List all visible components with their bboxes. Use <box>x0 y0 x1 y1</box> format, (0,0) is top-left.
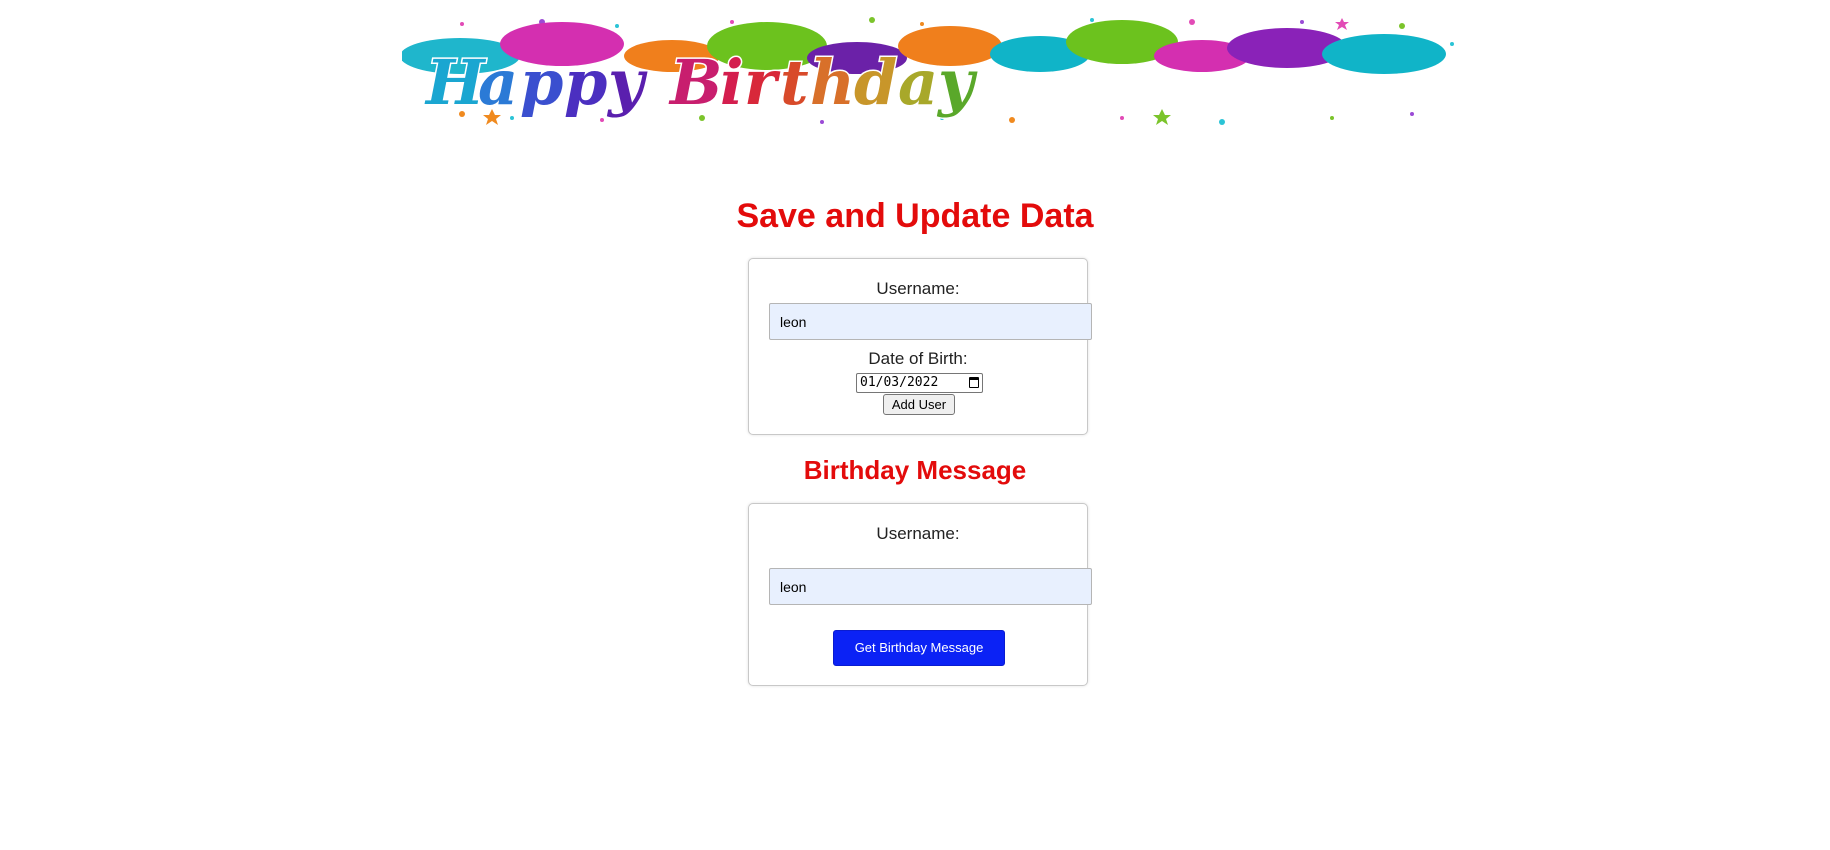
birthday-message-title: Birthday Message <box>803 455 1027 485</box>
calendar-icon[interactable] <box>969 377 979 388</box>
username-label: Username: <box>876 279 960 298</box>
username-label: Username: <box>876 524 960 543</box>
page: H a p p y B i r t h d a y Save and Updat… <box>0 0 1830 850</box>
dob-label: Date of Birth: <box>868 349 968 368</box>
get-birthday-message-button[interactable]: Get Birthday Message <box>833 630 1005 666</box>
svg-text:y: y <box>606 46 648 119</box>
add-user-button[interactable]: Add User <box>883 394 955 415</box>
svg-text:p: p <box>520 46 563 119</box>
save-user-form: Username: Date of Birth: 01/03/2022 Add … <box>748 258 1092 435</box>
birthday-message-form: Username: Get Birthday Message <box>748 503 1092 686</box>
username-input[interactable] <box>769 303 1092 340</box>
save-update-title: Save and Update Data <box>736 197 1094 235</box>
svg-text:a: a <box>898 46 938 119</box>
svg-text:p: p <box>564 46 607 119</box>
svg-text:a: a <box>478 46 518 119</box>
svg-text:i: i <box>720 46 744 119</box>
banner-lettering: H a p p y B i r t h d a y <box>423 45 980 121</box>
svg-text:y: y <box>936 46 978 119</box>
username-input[interactable] <box>769 568 1092 605</box>
svg-text:t: t <box>780 46 809 119</box>
dob-value: 01/03/2022 <box>860 375 939 390</box>
dob-date-input[interactable]: 01/03/2022 <box>856 373 983 393</box>
happy-birthday-banner: H a p p y B i r t h d a y <box>402 14 1478 132</box>
svg-text:d: d <box>854 46 897 119</box>
svg-text:B: B <box>668 46 722 119</box>
svg-text:r: r <box>744 46 781 119</box>
svg-text:h: h <box>810 46 855 119</box>
